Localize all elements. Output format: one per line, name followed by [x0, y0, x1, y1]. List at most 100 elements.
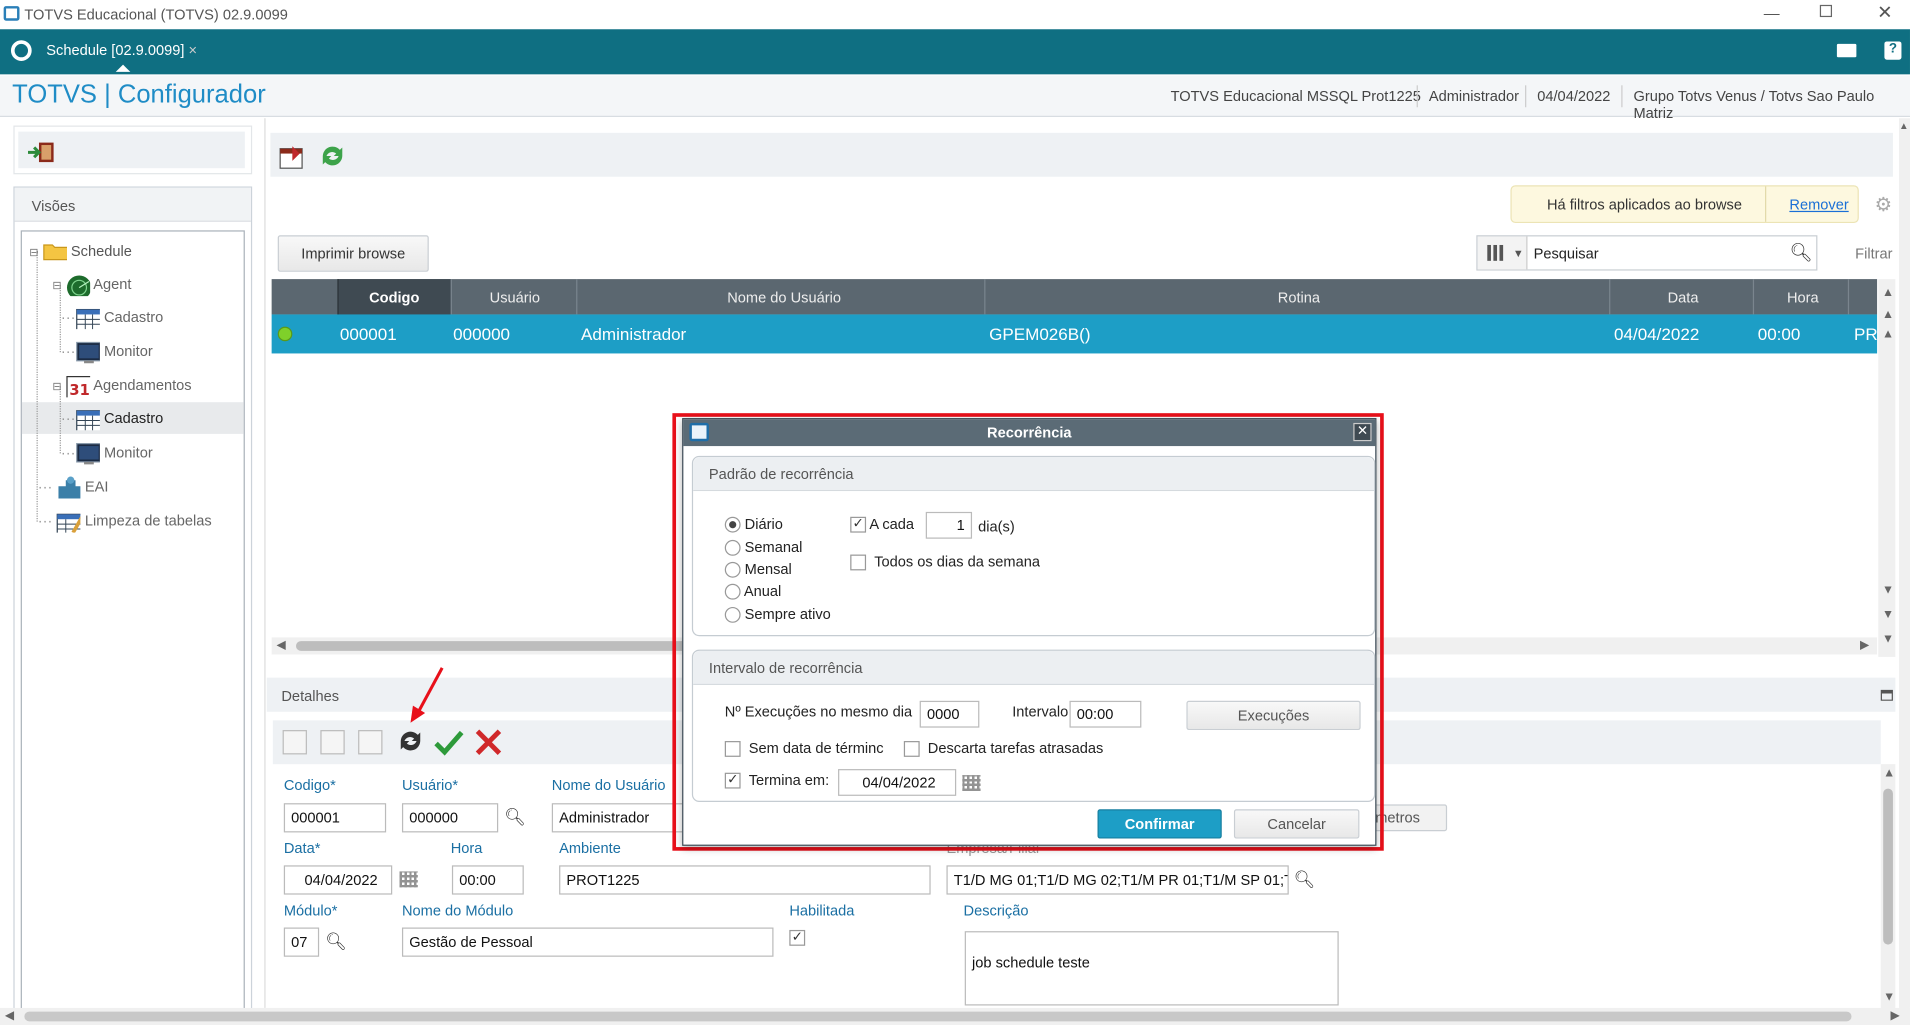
totvs-logo-icon[interactable]: [10, 40, 32, 61]
interval-title: Intervalo de recorrência: [708, 659, 863, 677]
restore-button[interactable]: [1819, 4, 1833, 18]
tab-schedule[interactable]: Schedule [02.9.0099] ×: [46, 41, 197, 58]
label-ambiente: Ambiente: [559, 839, 621, 857]
tab-close-icon[interactable]: ×: [189, 41, 198, 58]
exit-icon[interactable]: [27, 141, 56, 163]
option-semanal[interactable]: Semanal: [724, 539, 802, 557]
col-usuario[interactable]: Usuário: [490, 289, 540, 306]
codigo-field[interactable]: 000001: [283, 803, 387, 833]
maximize-panel-icon[interactable]: [1880, 689, 1893, 701]
tree-label: Agent: [93, 275, 132, 293]
tree-item-agendamentos[interactable]: ⊟ 31 Agendamentos: [52, 375, 192, 398]
a-cada-input[interactable]: 1: [925, 511, 973, 539]
descricao-textarea[interactable]: job schedule teste: [964, 931, 1339, 1006]
cell-rotina: GPEM026B(): [989, 324, 1091, 344]
tree-label: Limpeza de tabelas: [84, 512, 212, 530]
window-horizontal-scrollbar[interactable]: ◀ ▶: [0, 1007, 1910, 1025]
label-habilitada: Habilitada: [789, 901, 855, 919]
tree-item-agent-monitor[interactable]: ··· Monitor: [61, 341, 153, 364]
minimize-button[interactable]: —: [1764, 4, 1780, 22]
label-nome-modulo: Nome do Módulo: [401, 901, 514, 919]
refresh-icon[interactable]: [318, 141, 347, 170]
filter-notice: Há filtros aplicados ao browse Remover: [1510, 185, 1859, 224]
tree-item-eai[interactable]: ··· EAI: [38, 476, 109, 499]
mail-icon[interactable]: [1836, 43, 1857, 58]
help-icon[interactable]: ?: [1884, 41, 1902, 60]
tree-item-agent[interactable]: ⊟ Agent: [52, 274, 132, 297]
sem-data-checkbox[interactable]: Sem data de términc: [724, 740, 884, 758]
modulo-search-icon[interactable]: 🔍︎: [325, 931, 347, 952]
print-browse-button[interactable]: Imprimir browse: [277, 235, 429, 272]
search-input[interactable]: Pesquisar: [1534, 245, 1599, 262]
empresa-search-icon[interactable]: 🔍︎: [1294, 869, 1316, 890]
habilitada-checkbox[interactable]: ✓: [789, 929, 806, 946]
hora-field[interactable]: 00:00: [451, 865, 524, 895]
termina-date-input[interactable]: 04/04/2022: [838, 769, 957, 796]
option-sempre-ativo[interactable]: Sempre ativo: [724, 606, 831, 624]
user-search-icon[interactable]: 🔍︎: [504, 807, 526, 828]
recurrence-refresh-icon[interactable]: [396, 726, 425, 755]
recurrence-dialog: Recorrência ✕ Padrão de recorrência Diár…: [682, 418, 1377, 846]
export-icon[interactable]: [278, 141, 307, 170]
tree-label: Cadastro: [103, 409, 164, 427]
tree-item-agendamentos-cadastro[interactable]: ··· Cadastro: [61, 408, 164, 431]
window-vertical-scrollbar[interactable]: ▲: [1899, 118, 1910, 1008]
user-label: Administrador: [1428, 87, 1520, 105]
filter-label[interactable]: Filtrar: [1855, 245, 1892, 262]
label-data: Data*: [283, 839, 321, 857]
col-nome-usuario[interactable]: Nome do Usuário: [727, 289, 841, 306]
remove-filter-link[interactable]: Remover: [1789, 196, 1848, 213]
option-anual[interactable]: Anual: [724, 582, 782, 601]
todos-dias-checkbox[interactable]: Todos os dias da semana: [850, 553, 1040, 571]
option-diario[interactable]: Diário: [724, 516, 783, 534]
window-title-bar: TOTVS Educacional (TOTVS) 02.9.0099 — ✕: [0, 0, 1910, 30]
chevron-down-icon: ▼: [1512, 247, 1524, 260]
cell-extra: PR: [1853, 324, 1878, 344]
cancel-button[interactable]: Cancelar: [1233, 809, 1360, 839]
settings-gear-icon[interactable]: ⚙: [1875, 193, 1892, 217]
app-title: TOTVS | Configurador: [12, 80, 266, 109]
cancel-x-icon[interactable]: [473, 726, 505, 758]
execucoes-input[interactable]: 0000: [919, 700, 980, 728]
edit-record-icon[interactable]: [320, 730, 345, 755]
data-field[interactable]: 04/04/2022: [283, 865, 393, 895]
todos-dias-label: Todos os dias da semana: [874, 553, 1040, 571]
col-hora[interactable]: Hora: [1787, 289, 1819, 306]
option-mensal[interactable]: Mensal: [724, 561, 792, 579]
details-vertical-scrollbar[interactable]: ▲ ▼: [1880, 764, 1896, 1008]
intervalo-input[interactable]: 00:00: [1069, 700, 1142, 728]
modulo-field[interactable]: 07: [283, 927, 320, 957]
col-codigo[interactable]: Codigo: [369, 289, 419, 306]
calendar-icon[interactable]: [399, 871, 418, 888]
tree-item-agent-cadastro[interactable]: ··· Cadastro: [61, 307, 163, 330]
close-window-button[interactable]: ✕: [1877, 1, 1892, 23]
usuario-field[interactable]: 000000: [401, 803, 499, 833]
confirm-check-icon[interactable]: [432, 726, 464, 758]
col-data[interactable]: Data: [1668, 289, 1699, 306]
confirm-button[interactable]: Confirmar: [1097, 809, 1222, 839]
a-cada-checkbox[interactable]: ✓ A cada: [850, 515, 915, 534]
tree-item-limpeza[interactable]: ··· Limpeza de tabelas: [38, 511, 212, 533]
dialog-title-bar: Recorrência ✕: [683, 419, 1376, 447]
descarta-checkbox[interactable]: Descarta tarefas atrasadas: [903, 739, 1104, 758]
copy-record-icon[interactable]: [358, 730, 383, 755]
option-label: Anual: [743, 582, 782, 600]
col-rotina[interactable]: Rotina: [1278, 289, 1320, 306]
termina-calendar-icon[interactable]: [962, 775, 981, 792]
add-record-icon[interactable]: [282, 730, 307, 755]
search-icon[interactable]: 🔍︎: [1789, 241, 1812, 264]
table-row[interactable]: 000001 000000 Administrador GPEM026B() 0…: [271, 314, 1878, 354]
a-cada-label: A cada: [869, 515, 915, 533]
left-panel: Visões ⊟ Schedule ⊟ Agent ··· Cadastro ·…: [0, 118, 266, 1025]
termina-checkbox[interactable]: ✓ Termina em:: [724, 772, 829, 789]
dialog-close-button[interactable]: ✕: [1353, 422, 1372, 442]
dias-label: dia(s): [978, 517, 1015, 536]
descarta-label: Descarta tarefas atrasadas: [927, 739, 1104, 757]
column-selector-button[interactable]: ▼: [1477, 236, 1528, 270]
tree-item-agendamentos-monitor[interactable]: ··· Monitor: [61, 442, 153, 465]
execucoes-button[interactable]: Execuções: [1186, 700, 1361, 731]
tree-item-schedule[interactable]: ⊟ Schedule: [29, 241, 132, 263]
ambiente-field[interactable]: PROT1225: [559, 865, 931, 895]
grid-vertical-scrollbar[interactable]: ▲ ▲ ▲ ▼ ▼ ▼: [1878, 279, 1896, 657]
empresa-field[interactable]: T1/D MG 01;T1/D MG 02;T1/M PR 01;T1/M SP…: [946, 865, 1289, 895]
